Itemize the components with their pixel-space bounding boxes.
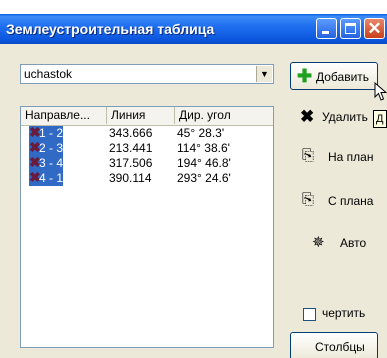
survey-table[interactable]: Направле... Линия Дир. угол ✖ 1 - 2 343.6… [20, 106, 274, 348]
table-row[interactable]: ✖ 2 - 3 213.441 114° 38.6' [21, 139, 273, 156]
draw-checkbox-label: чертить [322, 306, 366, 320]
plus-icon: ✚ [297, 66, 313, 86]
columns-button[interactable]: Столбцы [290, 332, 378, 358]
table-row[interactable]: ✖ 3 - 4 317.506 194° 46.8' [21, 154, 273, 171]
window-title: Землеустроительная таблица [6, 21, 215, 37]
table-header: Направле... Линия Дир. угол [21, 107, 273, 126]
column-header-line[interactable]: Линия [107, 107, 175, 124]
chevron-down-icon[interactable]: ▼ [256, 66, 272, 82]
plot-select[interactable]: uchastok ▼ [20, 64, 274, 84]
close-button[interactable]: ✕ [364, 18, 385, 39]
auto-button[interactable]: ✵ Авто [290, 231, 380, 257]
table-row[interactable]: ✖ 1 - 2 343.666 45° 28.3' [21, 124, 273, 141]
minimize-icon [322, 31, 329, 34]
minimize-button[interactable] [316, 18, 337, 39]
tooltip: Д [373, 110, 387, 128]
import-from-plan-icon: ⎘ [302, 191, 315, 208]
title-bar[interactable]: Землеустроительная таблица ✕ [0, 14, 387, 44]
dialog-window: Землеустроительная таблица ✕ uchastok ▼ … [0, 14, 387, 358]
close-icon: ✕ [367, 19, 382, 38]
mouse-cursor-icon [374, 82, 387, 101]
export-to-plan-icon: ⎘ [302, 147, 315, 164]
column-header-direction[interactable]: Направле... [21, 107, 107, 124]
delete-icon: ✖ [300, 107, 315, 126]
maximize-icon [345, 23, 356, 34]
add-button[interactable]: ✚ Добавить [290, 62, 378, 90]
maximize-button[interactable] [340, 18, 361, 39]
plot-select-value: uchastok [24, 67, 73, 81]
auto-wand-icon: ✵ [312, 234, 325, 251]
delete-button[interactable]: ✖ Удалить [290, 105, 380, 131]
from-plan-button[interactable]: ⎘ С плана [290, 189, 380, 215]
to-plan-button[interactable]: ⎘ На план [290, 145, 380, 171]
table-row[interactable]: ✖ 4 - 1 390.114 293° 24.6' [21, 169, 273, 186]
column-header-angle[interactable]: Дир. угол [175, 107, 273, 124]
draw-checkbox[interactable] [303, 308, 316, 321]
